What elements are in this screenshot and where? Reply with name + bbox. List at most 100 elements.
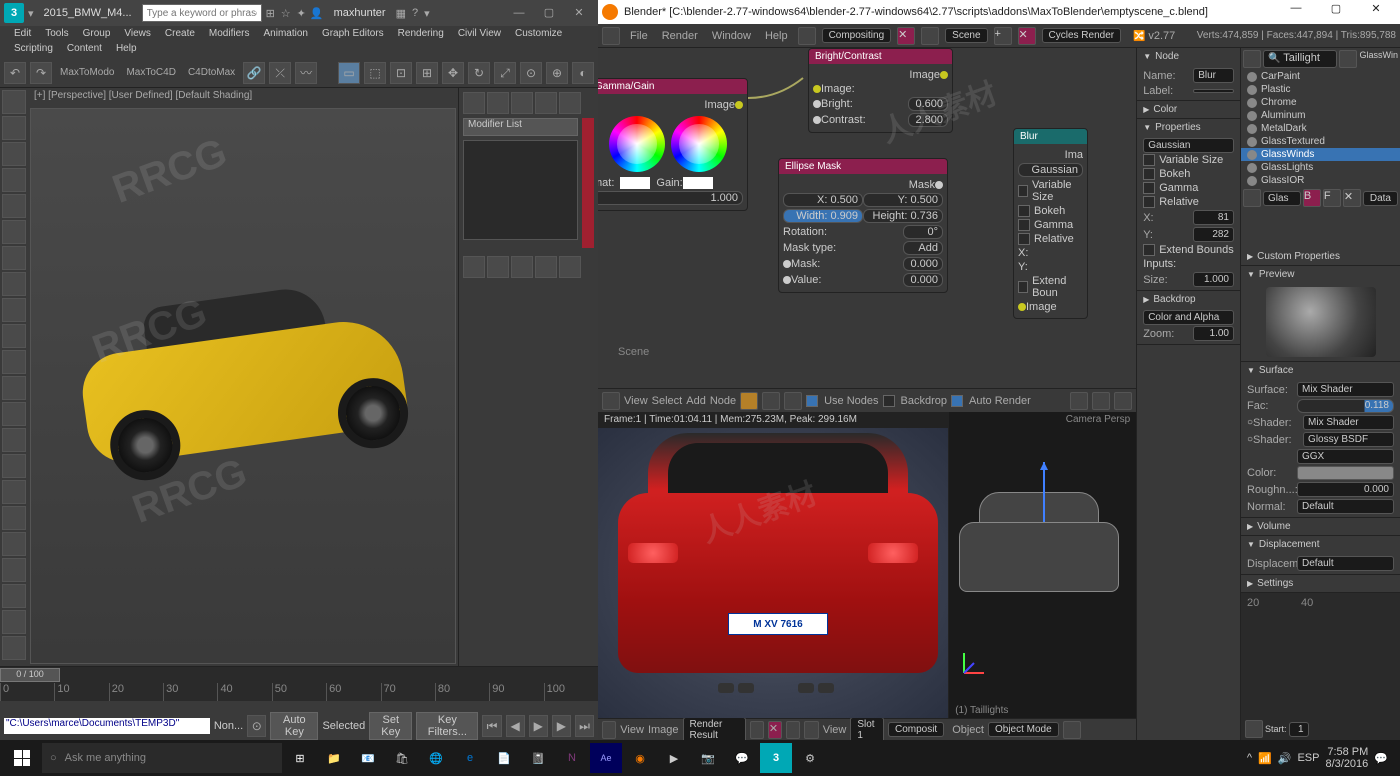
coloralpha-dropdown[interactable]: Color and Alpha [1143, 310, 1234, 325]
checkbox[interactable] [1018, 281, 1028, 293]
color-swatch[interactable] [620, 177, 650, 189]
node-editor[interactable]: Gamma/Gain Image mat:Gain: 1.000 [598, 48, 1136, 388]
node-header[interactable]: Blur [1014, 129, 1087, 144]
value-field[interactable]: 1.000 [598, 191, 743, 205]
editor-type-icon[interactable] [1243, 50, 1261, 68]
ltool-icon[interactable] [2, 116, 26, 140]
keyfilters-button[interactable]: Key Filters... [416, 712, 478, 740]
paint-icon[interactable] [804, 721, 818, 739]
menu-modifiers[interactable]: Modifiers [203, 27, 256, 40]
object-color-swatch[interactable] [582, 118, 594, 248]
editor-type-icon[interactable] [602, 27, 620, 45]
prev-frame-icon[interactable]: ◀ [506, 715, 525, 737]
menu-grapheditors[interactable]: Graph Editors [316, 27, 390, 40]
settings-header[interactable]: Settings [1241, 575, 1400, 592]
properties-panel-header[interactable]: Properties [1137, 119, 1240, 136]
max-user-label[interactable]: maxhunter [328, 7, 392, 19]
ltool-icon[interactable] [2, 402, 26, 426]
ltool-icon[interactable] [2, 428, 26, 452]
link-button[interactable]: 🔗 [243, 62, 265, 84]
max-help-icon[interactable]: ? [412, 7, 418, 20]
ltool-icon[interactable] [2, 168, 26, 192]
menu-edit[interactable]: Edit [8, 27, 37, 40]
menu-node[interactable]: Node [710, 395, 736, 407]
node-header[interactable]: Gamma/Gain [598, 79, 747, 94]
normal-dropdown[interactable]: Default [1297, 499, 1394, 514]
menu-rendering[interactable]: Rendering [392, 27, 450, 40]
tray-lang[interactable]: ESP [1297, 752, 1319, 764]
object-label[interactable]: Object [952, 724, 984, 736]
viewport-label[interactable]: [+] [Perspective] [User Defined] [Defaul… [28, 88, 458, 106]
minimize-button[interactable]: — [1276, 2, 1316, 22]
modifier-list-dropdown[interactable]: Modifier List [463, 118, 578, 136]
pin-stack-icon[interactable] [463, 256, 485, 278]
cortana-search[interactable]: ○Ask me anything [42, 743, 282, 773]
hierarchy-tab-icon[interactable] [511, 92, 533, 114]
tray-up-icon[interactable]: ^ [1247, 752, 1252, 764]
outliner-item[interactable]: CarPaint [1241, 70, 1400, 83]
menu-view[interactable]: View [620, 724, 644, 736]
ltool-icon[interactable] [2, 142, 26, 166]
pin-icon[interactable] [750, 721, 764, 739]
checkbox[interactable] [1018, 233, 1030, 245]
filter-icon[interactable] [1339, 50, 1357, 68]
blur-node[interactable]: Blur Ima Gaussian Variable Size Bokeh Ga… [1013, 128, 1088, 319]
input-socket-icon[interactable] [813, 85, 821, 93]
tray-icon[interactable]: 📶 [1258, 752, 1272, 765]
distribution-dropdown[interactable]: GGX [1297, 449, 1394, 464]
taskbar-app-icon[interactable]: 🌐 [420, 743, 452, 773]
nodetree-type-icon[interactable] [740, 392, 758, 410]
taskbar-app-icon[interactable]: 📷 [692, 743, 724, 773]
taskbar-blender-icon[interactable]: ◉ [624, 743, 656, 773]
ltool-icon[interactable] [2, 298, 26, 322]
checkbox[interactable] [1018, 219, 1030, 231]
next-frame-icon[interactable]: ▶ [552, 715, 571, 737]
volume-header[interactable]: Volume [1241, 518, 1400, 535]
scene-dropdown[interactable]: Scene [945, 28, 987, 43]
max-tb-icon[interactable]: ☆ [281, 7, 291, 20]
time-slider-thumb[interactable]: 0 / 100 [0, 668, 60, 682]
filter-dropdown[interactable]: Gaussian [1143, 138, 1234, 153]
refsys-button[interactable]: ⊙ [520, 62, 542, 84]
taskbar-app-icon[interactable]: 💬 [726, 743, 758, 773]
ltool-icon[interactable] [2, 194, 26, 218]
menu-customize[interactable]: Customize [509, 27, 568, 40]
node-panel-header[interactable]: Node [1137, 48, 1240, 65]
max-search-input[interactable] [142, 4, 262, 22]
checkbox[interactable] [1143, 168, 1155, 180]
unique-icon[interactable] [511, 256, 533, 278]
value-field[interactable]: 2.800 [908, 113, 948, 127]
scale-button[interactable]: ⤢ [494, 62, 516, 84]
max-workspace-icon[interactable]: ▦ [396, 7, 406, 20]
slot-dropdown[interactable]: Slot 1 [850, 717, 884, 743]
taskbar-app-icon[interactable]: 📧 [352, 743, 384, 773]
tray-clock[interactable]: 7:58 PM8/3/2016 [1325, 746, 1368, 770]
color-swatch[interactable] [1297, 466, 1394, 480]
menu-help[interactable]: Help [110, 42, 143, 55]
use-nodes-checkbox[interactable] [806, 395, 818, 407]
dropdown[interactable]: Gaussian [1018, 163, 1083, 177]
c4dtomax-button[interactable]: C4DtoMax [184, 67, 239, 78]
outliner-item[interactable]: GlassIOR [1241, 174, 1400, 187]
input-socket-icon[interactable] [783, 276, 791, 284]
menu-window[interactable]: Window [708, 30, 755, 42]
menu-select[interactable]: Select [652, 395, 683, 407]
output-socket-icon[interactable] [735, 101, 743, 109]
goto-end-icon[interactable]: ⏭ [575, 715, 594, 737]
autorender-checkbox[interactable] [951, 395, 963, 407]
node-header[interactable]: Ellipse Mask [779, 159, 947, 174]
checkbox[interactable] [1143, 244, 1155, 256]
time-slider[interactable]: 0 / 100 [0, 667, 598, 683]
value-field[interactable]: 0.000 [903, 257, 943, 271]
checkbox[interactable] [1143, 196, 1155, 208]
browse-scene-icon[interactable] [921, 27, 939, 45]
ltool-icon[interactable] [2, 610, 26, 634]
color-wheel[interactable] [671, 116, 727, 172]
del-icon[interactable]: ✕ [768, 721, 782, 739]
backdrop-checkbox[interactable] [883, 395, 895, 407]
data-dropdown[interactable]: Data [1363, 191, 1398, 206]
3d-viewport[interactable]: Camera Persp (1) Taillights [948, 412, 1136, 718]
create-tab-icon[interactable] [463, 92, 485, 114]
surface-dropdown[interactable]: Mix Shader [1297, 382, 1394, 397]
bind-button[interactable]: 〰 [295, 62, 317, 84]
